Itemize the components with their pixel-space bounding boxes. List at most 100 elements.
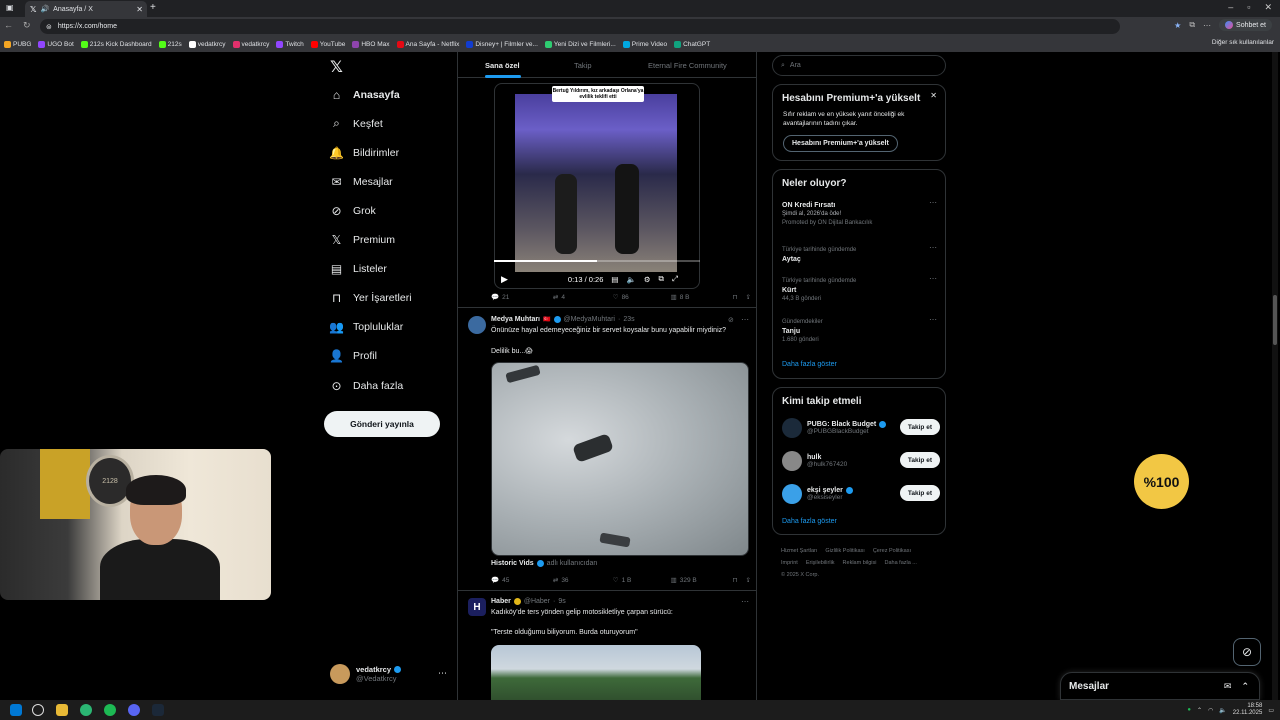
bookmark-item[interactable]: 212s [158, 40, 182, 48]
grok-icon[interactable]: ⊘ [728, 316, 734, 324]
more-icon[interactable]: ⋯ [741, 597, 749, 606]
other-bookmarks[interactable]: Diğer sık kullanılanlar [1212, 39, 1274, 46]
pip-icon[interactable]: ⧉ [659, 274, 664, 284]
bookmark-item[interactable]: Yeni Dizi ve Filmleri... [544, 40, 616, 48]
views-button[interactable]: ▥ 8 B [671, 293, 733, 302]
nav-item-more[interactable]: ⊙ Daha fazla [330, 379, 403, 393]
video-progress[interactable] [494, 260, 700, 262]
nav-item-profile[interactable]: 👤 Profil [329, 349, 377, 363]
search-icon[interactable] [32, 704, 44, 716]
post-button[interactable]: Gönderi yayınla [324, 411, 440, 437]
nav-item-home[interactable]: ⌂ Anasayfa [330, 88, 400, 102]
maximize-icon[interactable]: ▫ [1247, 2, 1250, 13]
tweet-media[interactable] [491, 362, 749, 556]
trend-item[interactable]: ON Kredi Fırsatı Şimdi al, 2026'da öde! Pr… [782, 201, 872, 228]
fullscreen-icon[interactable]: ⤢ [672, 274, 678, 284]
tweet-time[interactable]: 23s [623, 316, 634, 323]
messages-drawer[interactable]: Mesajlar ✉ ⌃ [1060, 672, 1260, 700]
bookmark-item[interactable]: PUBG [4, 40, 31, 48]
new-tab-icon[interactable]: + [150, 2, 156, 13]
play-icon[interactable]: ▶ [501, 274, 508, 285]
premium-upgrade-button[interactable]: Hesabını Premium+'a yükselt [783, 135, 898, 152]
like-button[interactable]: ♡ 86 [613, 293, 671, 302]
tab-actions-icon[interactable]: ▣ [6, 3, 14, 12]
trend-item[interactable]: Türkiye tarihinde gündemde Aytaç [782, 246, 856, 264]
reply-button[interactable]: 💬 45 [491, 576, 553, 585]
tab-takip[interactable]: Takip [574, 61, 592, 70]
footer-link[interactable]: © 2025 X Corp. [781, 572, 819, 578]
trend-item[interactable]: Gündemdekiler Tanju 1.680 gönderi [782, 318, 823, 345]
scrollbar[interactable] [1272, 52, 1278, 700]
trend-more-icon[interactable]: ⋯ [929, 315, 937, 324]
bookmark-item[interactable]: Prime Video [622, 40, 667, 48]
follow-suggestion[interactable]: PUBG: Black Budget @PUBGBlackBudget Takip … [782, 415, 940, 441]
tweet-time[interactable]: 9s [558, 598, 565, 605]
reply-button[interactable]: 💬 21 [491, 293, 553, 302]
trend-more-icon[interactable]: ⋯ [929, 198, 937, 207]
author-handle[interactable]: @MedyaMuhtari [564, 316, 615, 323]
volume-icon[interactable]: 🔈 [1219, 707, 1226, 714]
captions-icon[interactable]: ▤ [611, 275, 618, 284]
nav-item-explore[interactable]: ⌕ Keşfet [330, 116, 383, 130]
sohbet-button[interactable]: Sohbet et [1219, 19, 1272, 31]
new-message-icon[interactable]: ✉ [1224, 681, 1232, 692]
share-icon[interactable]: ⇪ [746, 576, 751, 584]
spotify-icon[interactable] [104, 704, 116, 716]
trends-show-more[interactable]: Daha fazla göster [782, 361, 837, 368]
author-handle[interactable]: @Haber [524, 598, 550, 605]
bookmark-item[interactable]: YouTube [310, 40, 345, 48]
nav-item-bookmarks[interactable]: ⊓ Yer İşaretleri [330, 291, 412, 305]
nav-item-grok[interactable]: ⊘ Grok [330, 204, 375, 218]
settings-icon[interactable]: ⚙ [644, 275, 651, 284]
share-icon[interactable]: ⇪ [746, 293, 751, 301]
follow-button[interactable]: Takip et [899, 419, 940, 435]
nav-item-lists[interactable]: ▤ Listeler [330, 262, 387, 276]
more-icon[interactable]: ⋯ [741, 315, 749, 324]
volume-icon[interactable]: 🔈 [626, 275, 635, 284]
footer-link[interactable]: Imprint [781, 560, 798, 566]
edge-icon[interactable] [80, 704, 92, 716]
bookmark-item[interactable]: vedatkrcy [232, 40, 269, 48]
retweet-button[interactable]: ⇄ 36 [553, 576, 613, 585]
close-tab-icon[interactable]: ✕ [136, 5, 147, 14]
close-icon[interactable]: ✕ [930, 91, 937, 100]
extensions-icon[interactable]: ⧉ [1189, 20, 1195, 30]
like-button[interactable]: ♡ 1 B [613, 576, 671, 585]
star-icon[interactable]: ★ [1174, 21, 1181, 30]
spotify-tray-icon[interactable]: ● [1187, 707, 1191, 713]
tab-eternal-fire[interactable]: Eternal Fire Community [648, 61, 727, 70]
bookmark-item[interactable]: UGO Bot [38, 40, 74, 48]
profile-switcher[interactable]: vedatkrcy @Vedatkrcy [330, 664, 402, 684]
follow-suggestion[interactable]: hulk @hulk767420 Takip et [782, 448, 940, 474]
scrollbar-thumb[interactable] [1273, 295, 1277, 345]
bookmark-item[interactable]: HBO Max [352, 40, 390, 48]
avatar[interactable] [468, 316, 486, 334]
retweet-button[interactable]: ⇄ 4 [553, 293, 613, 302]
follow-button[interactable]: Takip et [899, 485, 940, 501]
bookmark-item[interactable]: ChatGPT [674, 40, 710, 48]
start-icon[interactable] [10, 704, 22, 716]
site-info-icon[interactable]: ⊜ [46, 23, 52, 31]
nav-item-communities[interactable]: 👥 Topluluklar [329, 320, 403, 334]
footer-link[interactable]: Çerez Politikası [873, 548, 911, 554]
grok-fab-icon[interactable]: ⊘ [1233, 638, 1261, 666]
profile-more-icon[interactable]: ⋯ [438, 668, 447, 679]
wifi-icon[interactable]: ◠ [1208, 707, 1213, 714]
who-show-more[interactable]: Daha fazla göster [782, 518, 837, 525]
footer-link[interactable]: Hizmet Şartları [781, 548, 817, 554]
minimize-icon[interactable]: – [1228, 2, 1233, 13]
footer-link[interactable]: Gizlilik Politikası [825, 548, 864, 554]
bookmark-item[interactable]: Ana Sayfa - Netflix [396, 40, 459, 48]
bookmark-item[interactable]: Disney+ | Filmler ve... [466, 40, 538, 48]
menu-icon[interactable]: ⋯ [1203, 21, 1211, 30]
follow-button[interactable]: Takip et [899, 452, 940, 468]
tab-sana-ozel[interactable]: Sana özel [485, 61, 520, 70]
bookmark-icon[interactable]: ⊓ [732, 576, 737, 584]
trend-more-icon[interactable]: ⋯ [929, 243, 937, 252]
reload-icon[interactable]: ↻ [23, 20, 31, 31]
nav-item-messages[interactable]: ✉ Mesajlar [330, 175, 392, 189]
tweet-video[interactable]: Bertuğ Yıldırım, kız arkadaşı Orlana'ya … [494, 83, 700, 289]
tweet-media[interactable] [491, 645, 701, 705]
back-icon[interactable]: ← [4, 20, 13, 31]
author-name[interactable]: Medya Muhtarı [491, 316, 540, 323]
